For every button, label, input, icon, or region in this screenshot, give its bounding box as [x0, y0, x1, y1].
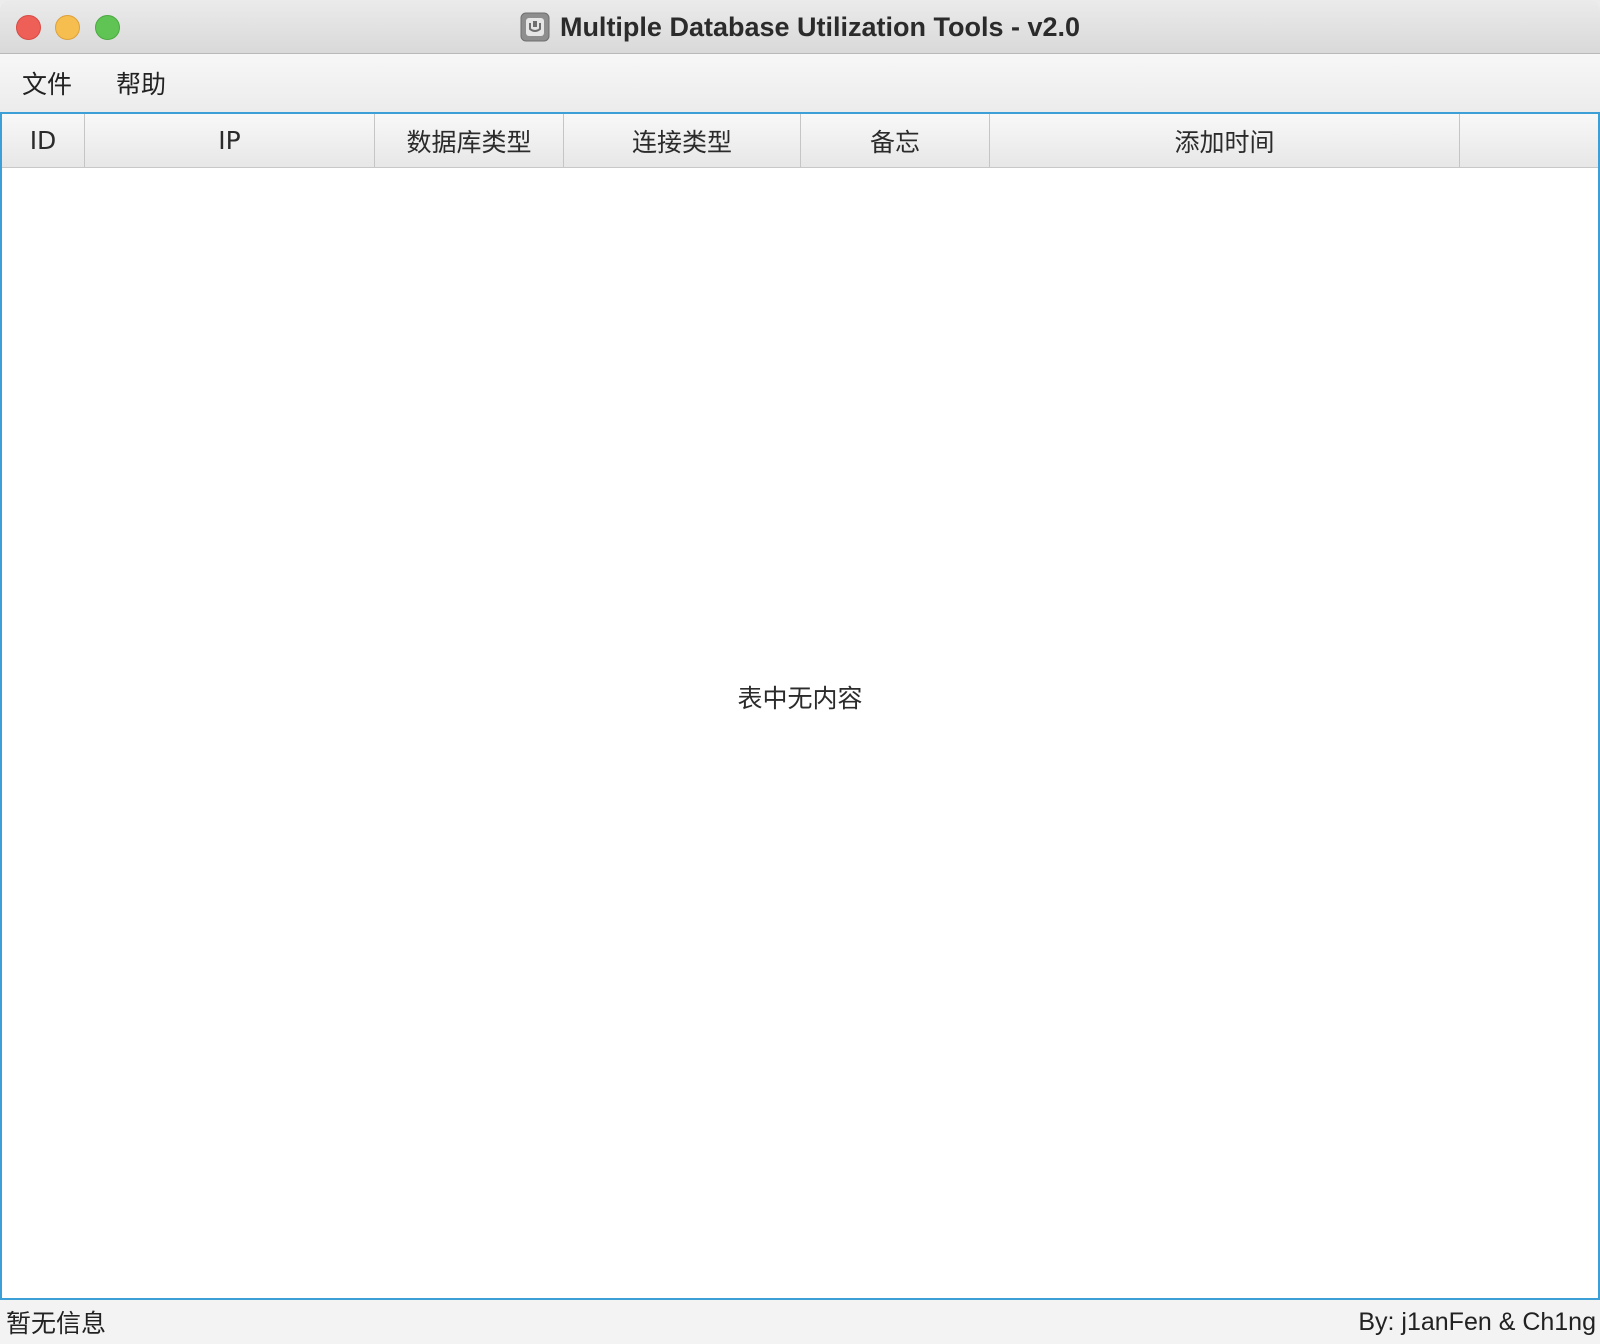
menu-help[interactable]: 帮助 — [100, 65, 188, 101]
table-header: ID IP 数据库类型 连接类型 备忘 添加时间 — [2, 114, 1598, 168]
status-bar: 暂无信息 By: j1anFen & Ch1ng — [0, 1300, 1600, 1344]
column-header-id[interactable]: ID — [2, 114, 85, 167]
column-header-added-time[interactable]: 添加时间 — [990, 114, 1460, 167]
app-icon — [520, 12, 550, 42]
column-header-filler — [1460, 114, 1598, 167]
table-empty-message: 表中无内容 — [737, 684, 863, 713]
author-credit: By: j1anFen & Ch1ng — [1358, 1307, 1596, 1336]
app-window: Multiple Database Utilization Tools - v2… — [0, 0, 1600, 1344]
title-bar[interactable]: Multiple Database Utilization Tools - v2… — [0, 0, 1600, 54]
status-message: 暂无信息 — [6, 1309, 107, 1338]
column-header-connection-type[interactable]: 连接类型 — [564, 114, 801, 167]
menu-file[interactable]: 文件 — [6, 65, 94, 101]
column-header-ip[interactable]: IP — [85, 114, 375, 167]
window-title: Multiple Database Utilization Tools - v2… — [559, 11, 1081, 42]
column-header-memo[interactable]: 备忘 — [801, 114, 990, 167]
title-container: Multiple Database Utilization Tools - v2… — [0, 0, 1600, 54]
column-header-db-type[interactable]: 数据库类型 — [375, 114, 564, 167]
menu-bar: 文件 帮助 — [0, 54, 1600, 112]
connections-table[interactable]: ID IP 数据库类型 连接类型 备忘 添加时间 表中无内容 — [0, 112, 1600, 1300]
